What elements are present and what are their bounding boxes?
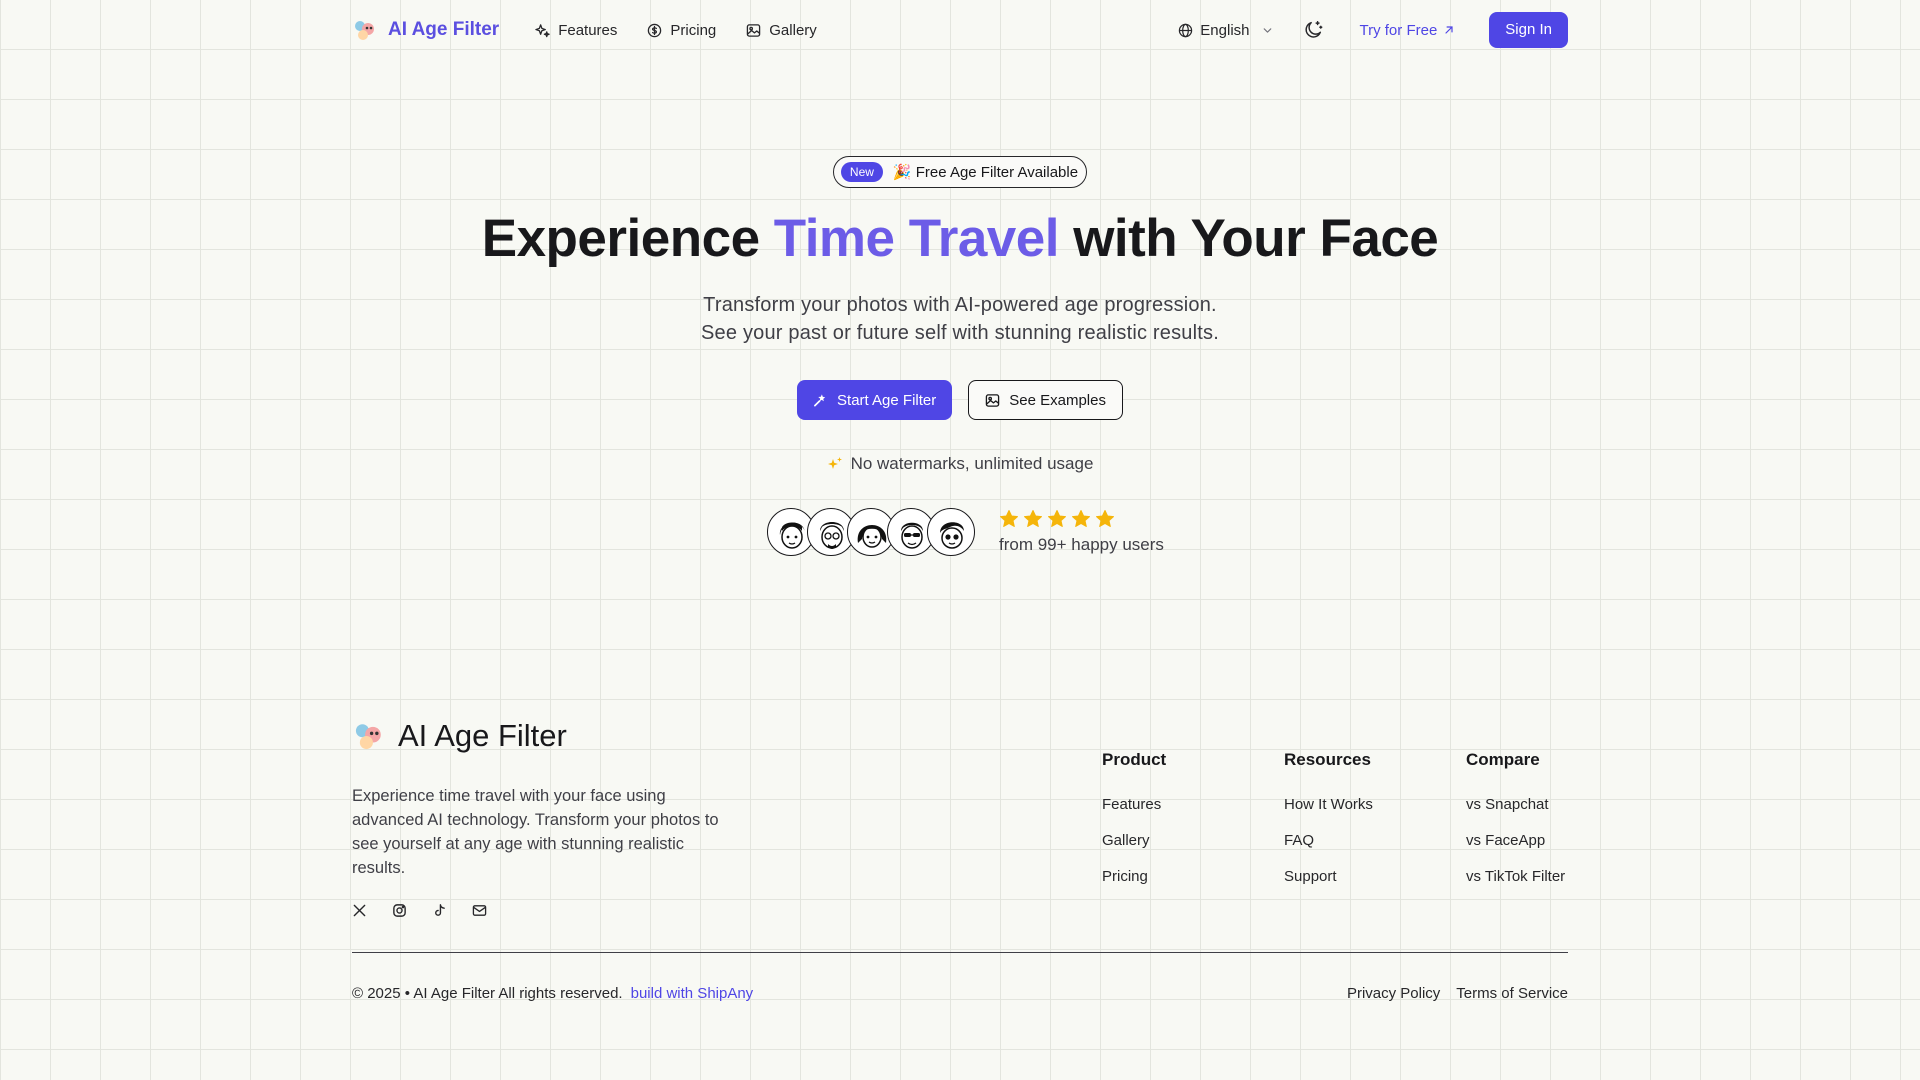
footer-column-product: Product Features Gallery Pricing (1102, 750, 1166, 904)
face-5-icon (940, 522, 964, 549)
user-avatars (767, 508, 975, 556)
footer-column-title: Compare (1466, 750, 1540, 769)
footer-link[interactable]: FAQ (1284, 832, 1373, 851)
wand-icon (814, 393, 826, 406)
footer-link[interactable]: vs FaceApp (1466, 832, 1565, 851)
nav-features-label: Features (558, 21, 618, 39)
legal-links: Privacy Policy Terms of Service (1347, 985, 1568, 1002)
sign-in-button[interactable]: Sign In (1489, 12, 1568, 48)
footer-bottom-bar: © 2025 • AI Age Filter All rights reserv… (352, 985, 1568, 1002)
mail-icon[interactable] (472, 903, 487, 918)
footer-social-links (352, 903, 487, 918)
language-label: English (1200, 21, 1250, 39)
usage-note-text: No watermarks, unlimited usage (850, 454, 1094, 473)
header-actions: English Try for Free Sign In (1178, 12, 1568, 48)
instagram-icon[interactable] (392, 903, 407, 918)
usage-note: No watermarks, unlimited usage (0, 454, 1920, 474)
star-icon (1024, 510, 1042, 527)
chevron-down-icon (1263, 27, 1271, 33)
x-icon[interactable] (352, 903, 367, 918)
announcement-badge-row: New 🎉 Free Age Filter Available (0, 156, 1920, 188)
terms-of-service-link[interactable]: Terms of Service (1456, 985, 1568, 1002)
announcement-badge[interactable]: New 🎉 Free Age Filter Available (832, 156, 1088, 188)
built-with-link[interactable]: build with ShipAny (631, 985, 754, 1002)
rating-stars (999, 509, 1164, 529)
brand-name: AI Age Filter (388, 19, 500, 40)
brand-logo-icon (355, 21, 374, 40)
language-selector[interactable]: English (1178, 22, 1273, 39)
moon-star-icon[interactable] (1302, 19, 1324, 41)
image-icon (747, 23, 761, 37)
start-age-filter-label: Start Age Filter (837, 391, 937, 409)
sparkles-icon (827, 457, 842, 469)
try-free-link[interactable]: Try for Free (1360, 22, 1456, 39)
footer-link[interactable]: vs TikTok Filter (1466, 868, 1565, 887)
footer-link[interactable]: Features (1102, 796, 1166, 815)
see-examples-label: See Examples (1009, 391, 1106, 409)
star-icon (1048, 510, 1066, 527)
footer-divider (352, 952, 1568, 953)
hero-subtitle-line1: Transform your photos with AI-powered ag… (703, 294, 1217, 316)
rating: from 99+ happy users (999, 509, 1164, 555)
hero-cta-row: Start Age Filter See Examples (0, 380, 1920, 420)
footer-brand-name: AI Age Filter (398, 718, 567, 753)
footer-link[interactable]: Pricing (1102, 868, 1166, 887)
nav-gallery[interactable]: Gallery (746, 22, 817, 39)
avatar (927, 508, 975, 556)
brand-logo-icon (355, 724, 381, 750)
sparkles-icon (535, 23, 550, 37)
privacy-policy-link[interactable]: Privacy Policy (1347, 985, 1440, 1002)
star-icon (1096, 510, 1114, 527)
social-proof: from 99+ happy users (767, 508, 1164, 556)
footer-brand[interactable]: AI Age Filter (352, 718, 567, 754)
footer-link[interactable]: How It Works (1284, 796, 1373, 815)
badge-text: 🎉 Free Age Filter Available (892, 164, 1079, 181)
headline-post: with Your Face (1058, 209, 1439, 268)
hero-subtitle-line2: See your past or future self with stunni… (701, 322, 1219, 344)
nav-pricing-label: Pricing (670, 21, 717, 39)
nav-features[interactable]: Features (535, 22, 617, 39)
tiktok-icon[interactable] (432, 903, 447, 918)
dollar-circle-icon (648, 23, 662, 37)
footer-column-resources: Resources How It Works FAQ Support (1284, 750, 1373, 904)
star-icon (1072, 510, 1090, 527)
headline-accent: Time Travel (773, 209, 1060, 268)
footer-link[interactable]: Gallery (1102, 832, 1166, 851)
copyright-text: © 2025 • AI Age Filter All rights reserv… (352, 985, 623, 1002)
headline-pre: Experience (481, 209, 774, 268)
brand-link[interactable]: AI Age Filter (352, 17, 499, 43)
hero-headline: Experience Time Travel with Your Face (0, 208, 1920, 269)
footer-link[interactable]: vs Snapchat (1466, 796, 1565, 815)
try-free-label: Try for Free (1359, 21, 1438, 39)
rating-text: from 99+ happy users (999, 535, 1164, 554)
nav-pricing[interactable]: Pricing (647, 22, 716, 39)
image-icon (986, 393, 1000, 407)
site-header: AI Age Filter Features Pricing Gallery E… (352, 12, 1568, 48)
footer-link[interactable]: Support (1284, 868, 1373, 887)
footer-description: Experience time travel with your face us… (352, 787, 719, 877)
see-examples-button[interactable]: See Examples (968, 380, 1123, 420)
nav-gallery-label: Gallery (769, 21, 817, 39)
footer-column-compare: Compare vs Snapchat vs FaceApp vs TikTok… (1466, 750, 1565, 904)
star-icon (1000, 510, 1018, 527)
main-nav: Features Pricing Gallery (535, 22, 817, 39)
arrow-up-right-icon (1445, 26, 1453, 34)
globe-icon (1179, 23, 1193, 37)
badge-new-label: New (840, 162, 883, 182)
footer-column-title: Resources (1284, 750, 1371, 769)
footer-column-title: Product (1102, 750, 1167, 769)
start-age-filter-button[interactable]: Start Age Filter (797, 380, 953, 420)
